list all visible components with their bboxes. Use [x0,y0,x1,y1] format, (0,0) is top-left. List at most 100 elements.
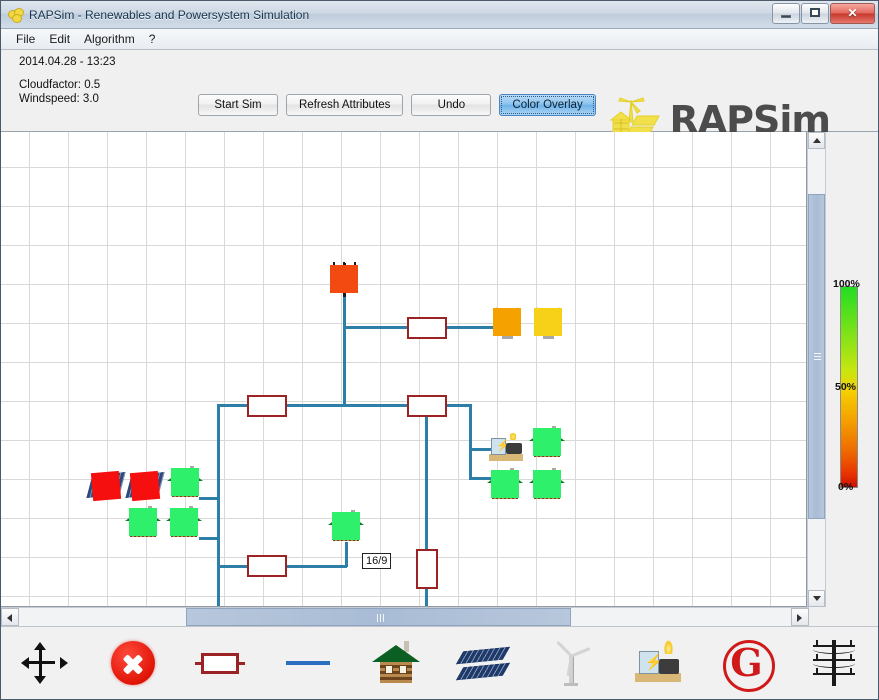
wind-turbine-right-1-overlay [493,308,521,336]
simulation-info: 2014.04.28 - 13:23 Cloudfactor: 0.5 Wind… [19,56,116,107]
bus-node-mid-left[interactable] [247,395,287,417]
scroll-up-button[interactable] [808,132,825,149]
main-grid-tool[interactable]: G [703,627,791,699]
menu-item-algorithm[interactable]: Algorithm [77,31,142,47]
wire-center-house-up [345,542,348,567]
minimize-icon [781,15,791,18]
generator-right[interactable]: ⚡ [488,430,524,466]
grid-g-letter: G [730,640,763,685]
bus-node-lower-left[interactable] [247,555,287,577]
house-right-1[interactable] [529,424,565,460]
network-canvas[interactable]: 16/9 ⚡ [1,132,807,607]
scroll-left-button[interactable] [1,608,19,626]
line-icon [282,637,334,689]
color-overlay-legend: 100% 50% 0% [825,132,878,607]
solar-panel-left-1-overlay [90,470,122,502]
pole-node-top[interactable] [326,261,362,297]
scroll-right-button[interactable] [791,608,809,626]
close-button[interactable]: ✕ [830,3,875,24]
menu-item-edit[interactable]: Edit [42,31,77,47]
wind-turbine-tool[interactable] [527,627,615,699]
grid-node-tool[interactable] [176,627,264,699]
house-left-3[interactable] [166,504,202,540]
wire-lower-left-in [217,565,249,568]
bus-node-right-vert[interactable] [416,549,438,589]
canvas-vertical-scrollbar[interactable] [807,132,825,607]
color-overlay-button[interactable]: Color Overlay [499,94,596,116]
house-left-2[interactable] [125,504,161,540]
bus-node-top-right[interactable] [407,317,447,339]
wire-left-bus [217,404,220,566]
undo-button[interactable]: Undo [411,94,492,116]
wire-right-trunk-top [425,404,428,552]
horizontal-scroll-thumb[interactable] [186,608,571,626]
house-right-2[interactable] [487,466,523,502]
chevron-right-icon [797,614,802,622]
vertical-scroll-thumb[interactable] [808,194,825,519]
house-icon [370,637,422,689]
move-icon [19,637,71,689]
wire-lower-left-out [285,565,347,568]
menu-item-file[interactable]: File [9,31,42,47]
maximize-icon [810,8,820,17]
solar-icon [456,637,511,689]
generator-tool[interactable]: ⚡ [615,627,703,699]
scroll-down-button[interactable] [808,590,825,607]
house-left-1[interactable] [167,464,203,500]
menu-item-help[interactable]: ? [142,31,163,47]
title-bar: RAPSim - Renewables and Powersystem Simu… [1,1,878,29]
solar-panel-left-2-overlay [129,470,161,502]
refresh-attributes-button[interactable]: Refresh Attributes [286,94,404,116]
turbine-icon [545,637,597,689]
solar-panel-left-1[interactable] [86,468,126,504]
flower-icon [8,7,24,23]
move-tool[interactable] [1,627,89,699]
wire-left-bus-down [217,565,220,606]
house-tool[interactable] [352,627,440,699]
wire-left-house-bottom [199,537,220,540]
house-left-1-overlay [171,468,199,496]
windspeed-text: Windspeed: 3.0 [19,93,99,106]
generator-icon: ⚡ [633,637,685,689]
wire-right-branch [469,404,472,478]
power-line-tool[interactable] [264,627,352,699]
canvas-horizontal-scrollbar[interactable] [1,607,809,626]
legend-label-mid: 50% [835,381,857,393]
wire-node-tr-to-turbines [445,326,493,329]
chevron-left-icon [7,614,12,622]
component-palette: ⚡ G [1,626,878,699]
solar-panel-left-2[interactable] [125,468,165,504]
wind-turbine-right-1[interactable] [489,304,525,340]
house-right-3[interactable] [529,466,565,502]
sim-datetime: 2014.04.28 - 13:23 [19,56,116,68]
house-left-3-overlay [170,508,198,536]
wind-turbine-right-2-overlay [534,308,562,336]
legend-label-bottom: 0% [838,481,854,493]
canvas-area: 16/9 ⚡ 100% 50% 0% [1,132,878,607]
window-controls: ✕ [771,3,875,24]
power-pole-tool[interactable] [790,627,878,699]
close-icon: ✕ [847,6,858,20]
house-right-3-overlay [533,470,561,498]
toolbar-buttons: Start Sim Refresh Attributes Undo Color … [198,94,596,116]
grid-node-icon [194,637,246,689]
application-window: RAPSim - Renewables and Powersystem Simu… [0,0,879,700]
delete-icon [107,637,159,689]
house-center[interactable] [328,508,364,544]
wind-turbine-right-2[interactable] [530,304,566,340]
wire-right-trunk-bottom [425,587,428,606]
wire-pole-to-node-tr [343,326,409,329]
pole-icon [808,637,860,689]
bus-node-mid-right[interactable] [407,395,447,417]
wire-pole-down-2 [343,326,346,406]
line-flow-label: 16/9 [362,553,392,570]
house-right-2-overlay [491,470,519,498]
house-left-2-overlay [129,508,157,536]
delete-tool[interactable] [89,627,177,699]
start-sim-button[interactable]: Start Sim [198,94,278,116]
solar-panel-tool[interactable] [440,627,528,699]
maximize-button[interactable] [801,3,829,24]
legend-label-top: 100% [833,278,860,290]
header-panel: 2014.04.28 - 13:23 Cloudfactor: 0.5 Wind… [1,50,878,151]
minimize-button[interactable] [772,3,800,24]
